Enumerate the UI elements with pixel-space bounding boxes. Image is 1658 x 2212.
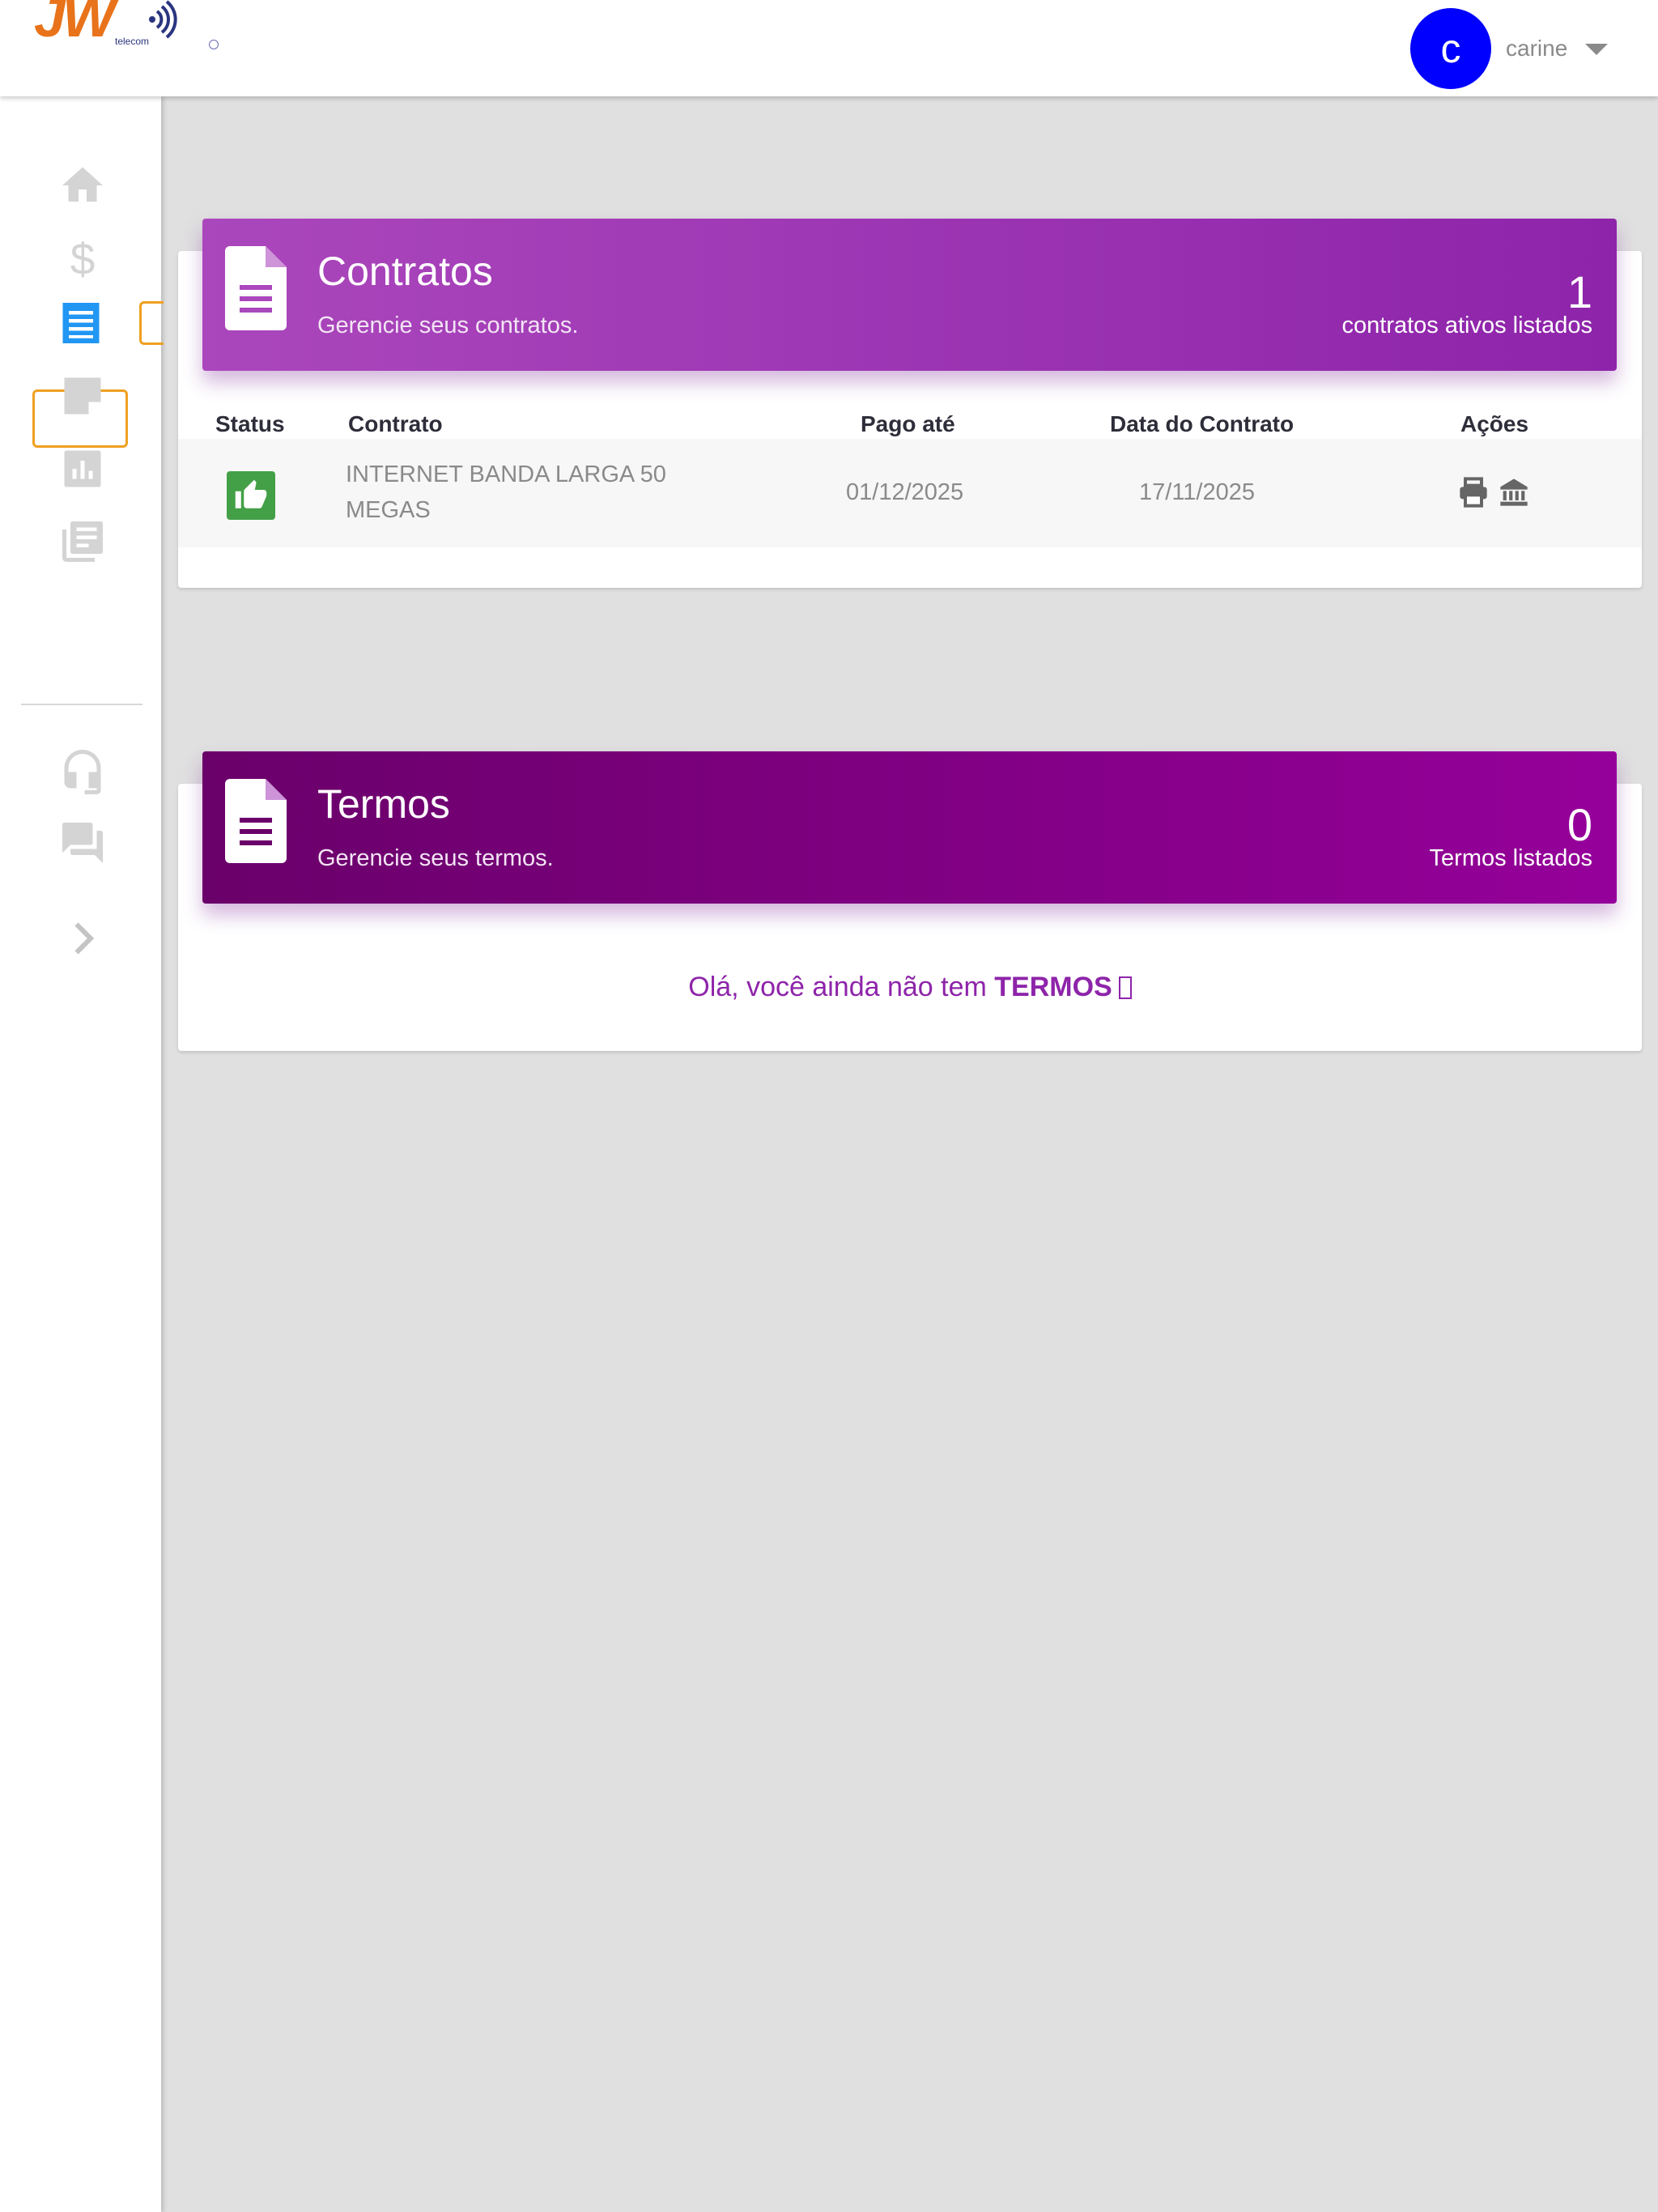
svg-text:$: $ <box>70 234 96 283</box>
termos-subtitle: Gerencie seus termos. <box>317 845 554 871</box>
contrato-name-line1: INTERNET BANDA LARGA 50 <box>346 462 666 487</box>
contratos-subtitle: Gerencie seus contratos. <box>317 313 579 338</box>
sidebar-item-documentos[interactable] <box>50 364 115 428</box>
sidebar-item-consumo[interactable] <box>50 436 115 501</box>
empty-message-bold: TERMOS <box>994 972 1112 1002</box>
pago-ate-value: 01/12/2025 <box>846 479 964 505</box>
data-contrato-value: 17/11/2025 <box>1139 479 1255 505</box>
forum-icon <box>62 823 103 863</box>
contratos-count-label: contratos ativos listados <box>1341 313 1592 338</box>
top-bar: JW telecom c carine <box>0 0 1658 96</box>
termos-empty-message: Olá, você ainda não tem TERMOS <box>178 972 1642 1003</box>
home-icon <box>62 167 103 202</box>
column-header-pago-ate: Pago até <box>861 411 955 436</box>
sidebar-divider <box>21 704 142 705</box>
caret-down-icon[interactable] <box>1585 44 1608 55</box>
termos-count: 0 <box>1567 799 1592 850</box>
column-header-acoes: Ações <box>1460 411 1529 436</box>
contratos-header: Contratos Gerencie seus contratos. 1 con… <box>202 219 1617 371</box>
sidebar-item-noticias[interactable] <box>50 509 115 574</box>
status-badge <box>227 471 275 520</box>
document-icon <box>225 779 287 863</box>
sidebar-item-financeiro[interactable]: $ <box>50 226 115 291</box>
receipt-icon <box>62 303 100 343</box>
user-name[interactable]: carine <box>1506 36 1567 62</box>
empty-message-text: Olá, você ainda não tem <box>688 972 995 1002</box>
sidebar: $ <box>0 96 161 2212</box>
dollar-icon: $ <box>70 234 96 283</box>
column-header-status: Status <box>215 411 285 436</box>
contratos-title: Contratos <box>317 249 493 294</box>
contrato-name-line2: MEGAS <box>346 497 431 523</box>
note-icon <box>64 377 101 415</box>
chevron-right-icon <box>74 922 95 955</box>
sidebar-item-atendimentos[interactable] <box>50 810 115 875</box>
sidebar-item-home[interactable] <box>50 153 115 218</box>
brand-logo[interactable]: JW telecom <box>34 0 219 50</box>
column-header-data-contrato: Data do Contrato <box>1110 411 1295 436</box>
termos-header: Termos Gerencie seus termos. 0 Termos li… <box>202 751 1617 904</box>
missing-glyph-icon <box>1118 976 1132 999</box>
library-books-icon <box>62 521 103 562</box>
wifi-waves-icon <box>149 0 177 39</box>
registered-mark-icon <box>209 40 219 49</box>
user-avatar[interactable]: c <box>1410 8 1491 89</box>
bank-icon[interactable] <box>1498 476 1530 508</box>
termos-count-label: Termos listados <box>1429 845 1592 871</box>
headset-icon <box>64 750 101 794</box>
sidebar-item-suporte[interactable] <box>50 738 115 802</box>
document-icon <box>225 246 287 330</box>
termos-title: Termos <box>317 781 450 827</box>
thumbs-up-icon <box>235 479 267 508</box>
active-item-marker <box>139 301 164 345</box>
column-header-contrato: Contrato <box>348 411 443 436</box>
logo-subtext: telecom <box>115 36 150 47</box>
sidebar-item-contratos[interactable] <box>49 291 113 355</box>
logo-text: JW <box>34 0 116 49</box>
print-icon[interactable] <box>1457 476 1490 508</box>
bar-chart-icon <box>64 450 101 487</box>
contratos-count: 1 <box>1567 266 1592 317</box>
sidebar-expand[interactable] <box>50 906 115 971</box>
